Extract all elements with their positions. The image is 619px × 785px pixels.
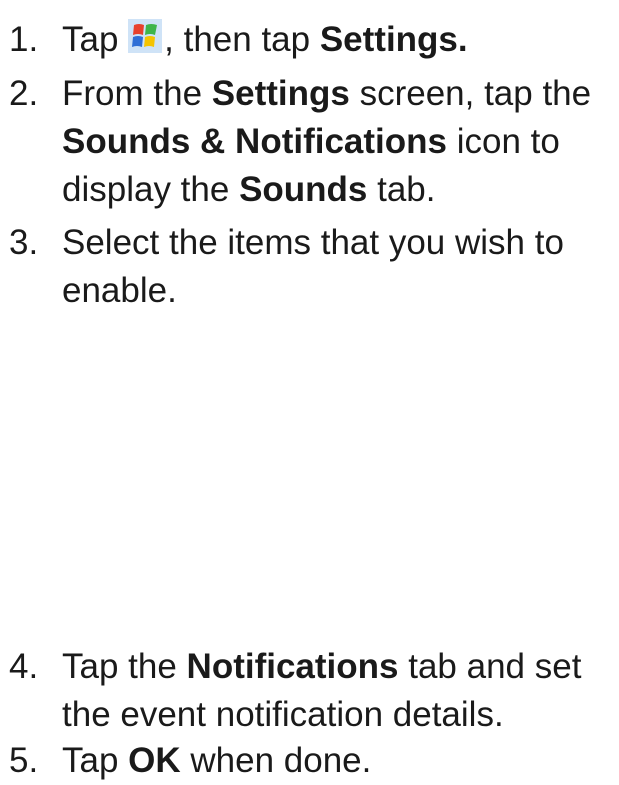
windows-start-icon bbox=[128, 18, 163, 53]
step-text: Tap , then tap Settings. bbox=[62, 18, 468, 59]
step-number: 5. bbox=[9, 741, 39, 780]
step-text: Tap OK when done. bbox=[62, 741, 372, 780]
step-text: Tap the Notifications tab and set the ev… bbox=[62, 647, 582, 734]
step-2: 2. From the Settings screen, tap the Sou… bbox=[0, 70, 610, 214]
step-5: 5. Tap OK when done. bbox=[0, 737, 610, 785]
step-number: 4. bbox=[9, 647, 39, 686]
step-number: 3. bbox=[9, 223, 39, 262]
step-number: 2. bbox=[9, 74, 39, 113]
step-text: Select the items that you wish to enable… bbox=[62, 223, 564, 310]
step-4: 4. Tap the Notifications tab and set the… bbox=[0, 643, 610, 739]
step-3: 3. Select the items that you wish to ena… bbox=[0, 219, 610, 315]
step-text: From the Settings screen, tap the Sounds… bbox=[62, 74, 592, 209]
step-1: 1. Tap , then tap Settings. bbox=[0, 16, 610, 64]
step-number: 1. bbox=[9, 20, 39, 59]
